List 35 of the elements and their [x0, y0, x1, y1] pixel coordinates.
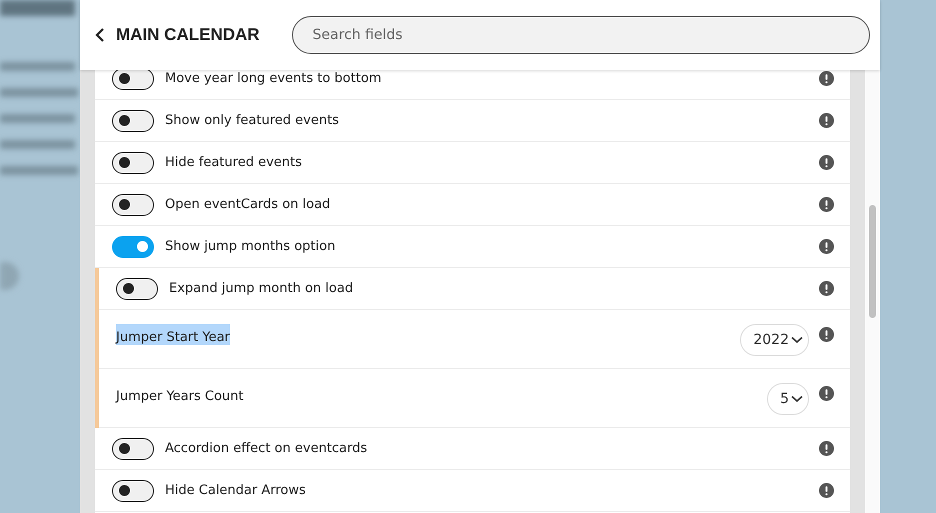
setting-label: Hide Calendar Arrows: [165, 483, 307, 498]
info-icon[interactable]: [819, 239, 834, 254]
setting-label: Hide featured events: [165, 155, 303, 170]
back-icon[interactable]: [94, 27, 106, 43]
toggle-switch[interactable]: [112, 236, 154, 258]
toggle-switch[interactable]: [116, 278, 158, 300]
setting-label: Open eventCards on load: [165, 197, 332, 212]
info-icon[interactable]: [819, 483, 834, 498]
toggle-switch[interactable]: [112, 152, 154, 174]
value-dropdown[interactable]: 2022: [740, 324, 809, 356]
toggle-switch[interactable]: [112, 194, 154, 216]
value-dropdown[interactable]: 5: [767, 383, 809, 415]
info-icon[interactable]: [819, 71, 834, 86]
toggle-switch[interactable]: [112, 70, 154, 90]
setting-label: Show only featured events: [165, 113, 340, 128]
info-icon[interactable]: [819, 441, 834, 456]
toggle-switch[interactable]: [112, 480, 154, 502]
toggle-switch[interactable]: [112, 438, 154, 460]
info-icon[interactable]: [819, 113, 834, 128]
caret-icon: [791, 395, 803, 403]
setting-label: Jumper Years Count: [116, 388, 244, 404]
toggle-switch[interactable]: [112, 110, 154, 132]
search-field[interactable]: Search fields: [292, 16, 870, 54]
info-icon[interactable]: [819, 155, 834, 170]
info-icon[interactable]: [819, 327, 834, 342]
info-icon[interactable]: [819, 197, 834, 212]
caret-icon: [791, 336, 803, 344]
page-title: MAIN CALENDAR: [116, 25, 260, 45]
setting-label: Show jump months option: [165, 239, 336, 254]
setting-label: Accordion effect on eventcards: [165, 441, 368, 456]
setting-label: Move year long events to bottom: [165, 71, 382, 86]
setting-label: Expand jump month on load: [169, 281, 354, 296]
info-icon[interactable]: [819, 386, 834, 401]
setting-label: Jumper Start Year: [116, 324, 230, 345]
info-icon[interactable]: [819, 281, 834, 296]
